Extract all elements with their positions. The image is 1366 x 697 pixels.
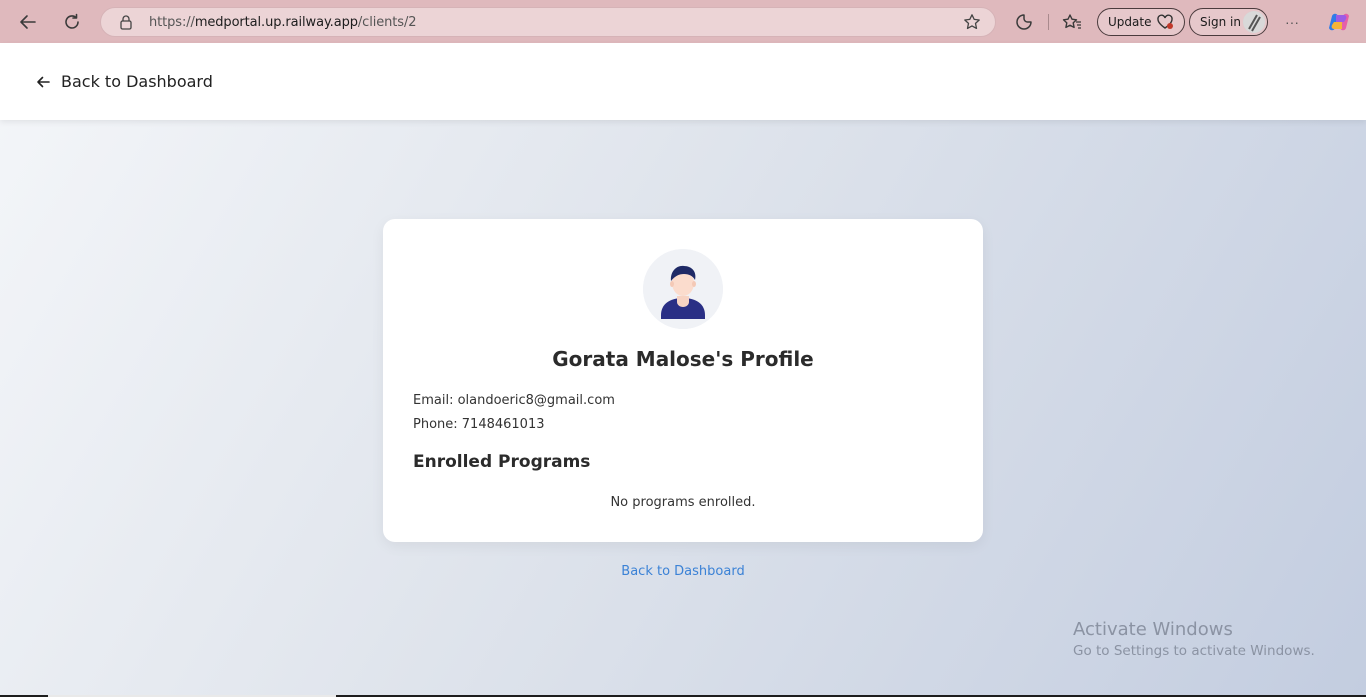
back-link-label: Back to Dashboard <box>61 72 213 91</box>
address-bar[interactable]: https://medportal.up.railway.app/clients… <box>100 7 996 37</box>
email-line: Email: olandoeric8@gmail.com <box>413 393 615 408</box>
avatar <box>643 249 723 329</box>
lock-icon[interactable] <box>119 14 133 35</box>
profile-avatar-icon <box>1243 11 1265 33</box>
enrolled-programs-heading: Enrolled Programs <box>413 452 591 472</box>
browser-toolbar: https://medportal.up.railway.app/clients… <box>0 0 1366 43</box>
bottom-back-to-dashboard-link[interactable]: Back to Dashboard <box>0 564 1366 579</box>
no-programs-message: No programs enrolled. <box>610 495 756 510</box>
favorite-star-icon[interactable] <box>963 13 981 36</box>
copilot-icon[interactable] <box>1325 8 1353 36</box>
favorites-icon[interactable] <box>1058 8 1086 36</box>
reload-icon[interactable] <box>58 8 86 36</box>
update-label: Update <box>1108 15 1152 29</box>
page-header: Back to Dashboard <box>0 43 1366 120</box>
sign-in-label: Sign in <box>1200 15 1241 29</box>
back-to-dashboard-link[interactable]: Back to Dashboard <box>36 72 213 91</box>
activate-windows-watermark: Activate Windows Go to Settings to activ… <box>1073 619 1315 659</box>
profile-title: Gorata Malose's Profile <box>552 347 814 371</box>
toolbar-divider <box>1048 14 1049 30</box>
extensions-icon[interactable] <box>1010 8 1038 36</box>
phone-line: Phone: 7148461013 <box>413 417 545 432</box>
page-background: Back to Dashboard Gorata Malose's Profil… <box>0 43 1366 695</box>
arrow-left-icon <box>37 76 50 87</box>
update-heart-icon <box>1156 14 1174 33</box>
bottom-back-link-label[interactable]: Back to Dashboard <box>621 564 744 579</box>
sign-in-button[interactable]: Sign in <box>1189 8 1268 36</box>
profile-card: Gorata Malose's Profile Email: olandoeri… <box>383 219 983 542</box>
more-menu-icon[interactable]: ··· <box>1278 8 1306 36</box>
activate-subtitle: Go to Settings to activate Windows. <box>1073 643 1315 659</box>
back-arrow-icon[interactable] <box>14 8 42 36</box>
activate-title: Activate Windows <box>1073 619 1233 640</box>
url-text: https://medportal.up.railway.app/clients… <box>149 15 417 30</box>
update-button[interactable]: Update <box>1097 8 1185 36</box>
user-avatar-icon <box>643 249 723 329</box>
